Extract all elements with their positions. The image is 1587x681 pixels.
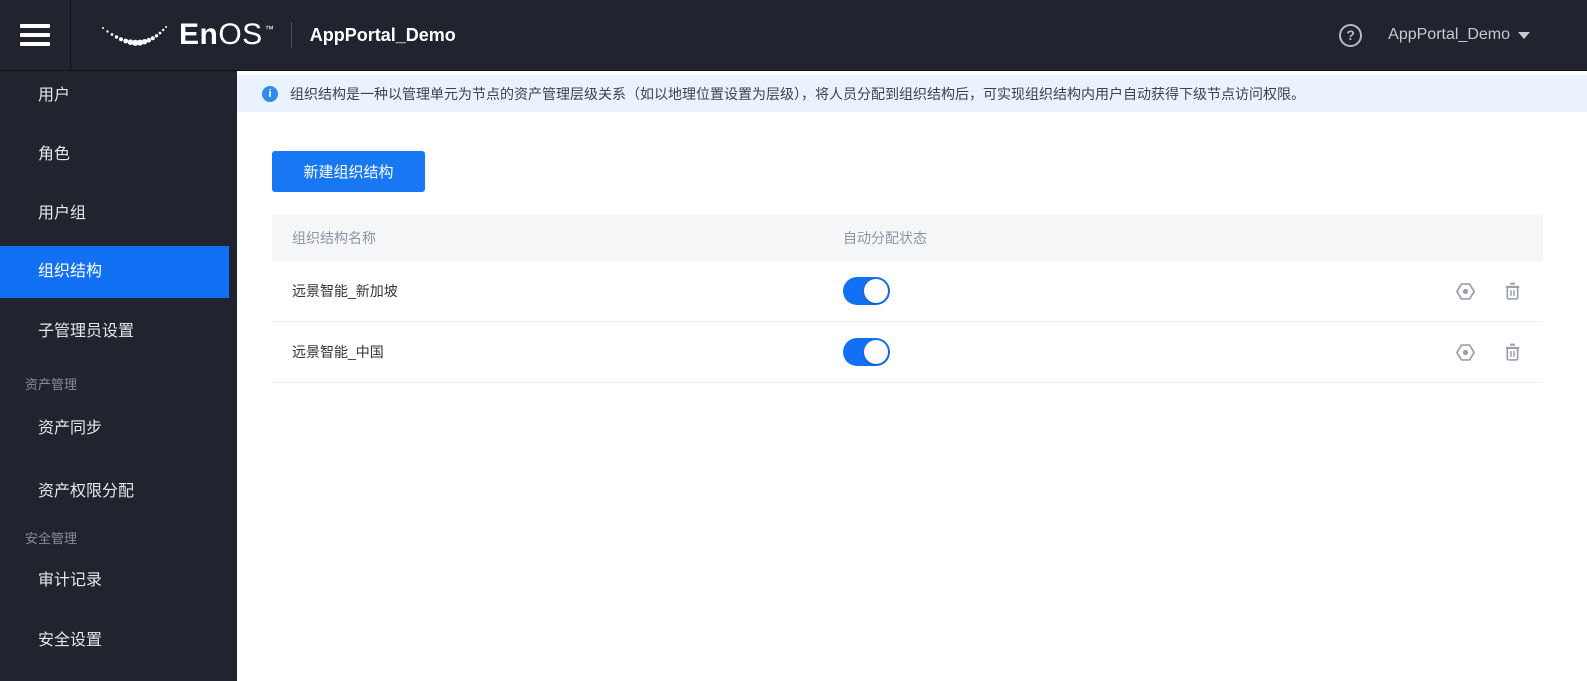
account-switcher[interactable]: AppPortal_Demo (1388, 26, 1510, 44)
main-content: i 组织结构是一种以管理单元为节点的资产管理层级关系（如以地理位置设置为层级），… (237, 71, 1587, 681)
sidebar-item-audit-log[interactable]: 审计记录 (0, 555, 229, 607)
brand-wordmark: EnOS (179, 18, 263, 51)
trash-icon[interactable] (1502, 342, 1523, 363)
row-actions (1455, 342, 1543, 363)
header-divider (290, 22, 292, 48)
app-title: AppPortal_Demo (309, 24, 456, 45)
table-header-row: 组织结构名称 自动分配状态 (272, 215, 1543, 261)
enos-dotted-swoosh-icon (102, 25, 167, 46)
sidebar-nav: 用户 角色 用户组 组织结构 子管理员设置 资产管理 资产同步 资产权限分配 安… (0, 71, 237, 681)
sidebar-item-asset-sync[interactable]: 资产同步 (0, 403, 229, 455)
org-name-cell: 远景智能_中国 (292, 344, 384, 360)
sidebar-item-sub-admin[interactable]: 子管理员设置 (0, 306, 229, 358)
help-circle-icon[interactable]: ? (1339, 23, 1363, 47)
table-row: 远景智能_中国 (272, 322, 1543, 383)
org-structure-table: 组织结构名称 自动分配状态 远景智能_新加坡 远景智能_中国 (272, 215, 1543, 383)
table-row: 远景智能_新加坡 (272, 261, 1543, 322)
trash-icon[interactable] (1502, 281, 1523, 302)
create-org-structure-button[interactable]: 新建组织结构 (272, 151, 425, 192)
auto-assign-toggle[interactable] (843, 277, 890, 305)
sidebar-item-security-settings[interactable]: 安全设置 (0, 615, 229, 667)
enos-logo: EnOS ™ (100, 20, 274, 50)
sidebar-item-org-structure[interactable]: 组织结构 (0, 246, 229, 298)
info-icon: i (262, 85, 278, 102)
sidebar-item-users[interactable]: 用户 (0, 70, 229, 122)
column-header-status: 自动分配状态 (843, 230, 927, 246)
org-name-cell: 远景智能_新加坡 (292, 283, 398, 299)
chevron-down-icon[interactable] (1518, 31, 1530, 39)
hamburger-menu-icon[interactable] (0, 0, 71, 70)
settings-nut-icon[interactable] (1455, 281, 1476, 302)
settings-nut-icon[interactable] (1455, 342, 1476, 363)
sidebar-item-user-groups[interactable]: 用户组 (0, 188, 229, 240)
info-banner-text: 组织结构是一种以管理单元为节点的资产管理层级关系（如以地理位置设置为层级），将人… (290, 85, 1305, 102)
top-header: EnOS ™ AppPortal_Demo ? AppPortal_Demo (0, 0, 1587, 71)
info-banner: i 组织结构是一种以管理单元为节点的资产管理层级关系（如以地理位置设置为层级），… (237, 75, 1587, 112)
sidebar-item-roles[interactable]: 角色 (0, 129, 229, 181)
sidebar-item-asset-perms[interactable]: 资产权限分配 (0, 466, 229, 518)
header-right-group: ? AppPortal_Demo (1339, 23, 1530, 47)
column-header-name: 组织结构名称 (292, 230, 376, 246)
row-actions (1455, 281, 1543, 302)
sidebar-section-security-mgmt: 安全管理 (25, 531, 78, 546)
trademark-symbol: ™ (264, 24, 274, 34)
auto-assign-toggle[interactable] (843, 338, 890, 366)
sidebar-section-asset-mgmt: 资产管理 (25, 377, 78, 392)
